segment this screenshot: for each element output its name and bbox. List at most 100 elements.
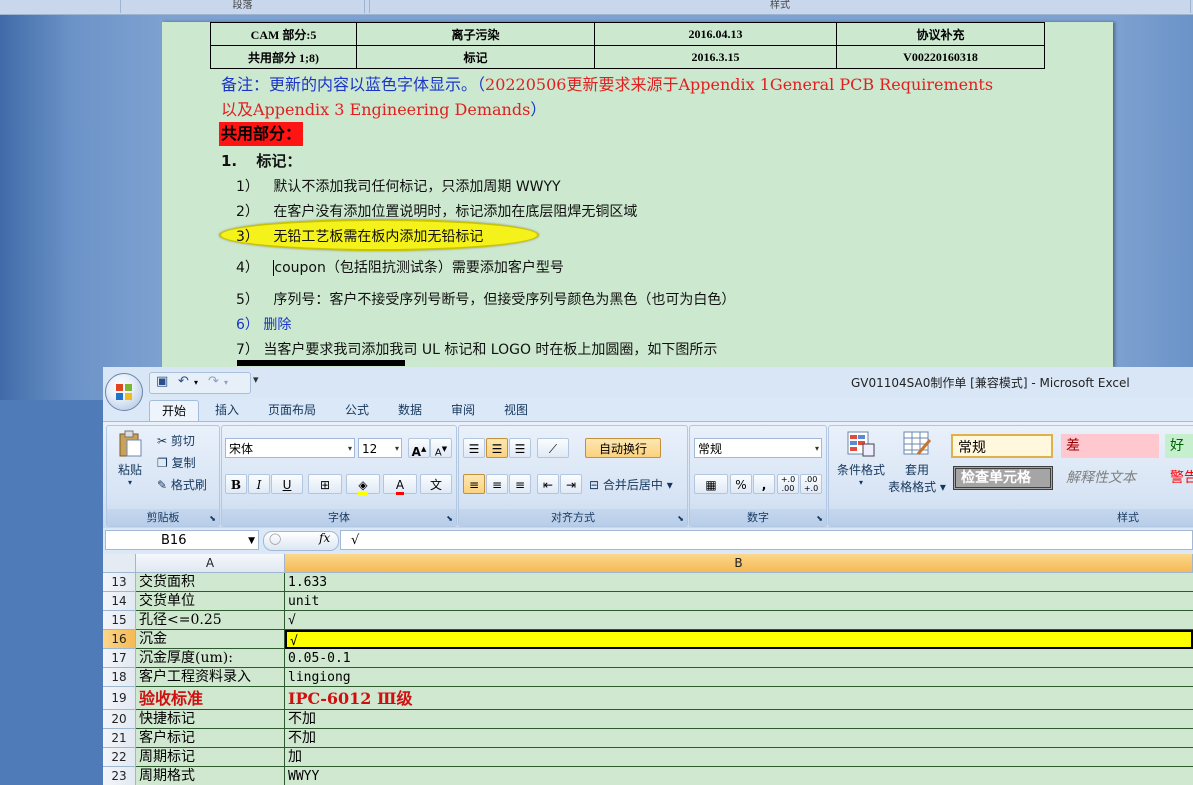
office-button[interactable]: [105, 373, 143, 411]
row-header[interactable]: 22: [103, 748, 136, 767]
cell-a[interactable]: 周期标记: [136, 748, 285, 767]
align-middle-button[interactable]: ☰: [486, 438, 508, 458]
cut-button[interactable]: ✂ 剪切: [157, 432, 195, 449]
table-cell[interactable]: 协议补充: [836, 22, 1045, 46]
redo-icon[interactable]: ↷: [208, 374, 219, 389]
cell-b[interactable]: 加: [285, 748, 1193, 767]
cell-b[interactable]: √: [285, 611, 1193, 630]
fill-color-button[interactable]: ◈: [346, 474, 380, 495]
italic-button[interactable]: I: [248, 474, 270, 494]
cell-b[interactable]: 0.05-0.1: [285, 649, 1193, 668]
cell-b[interactable]: WWYY: [285, 767, 1193, 785]
update-note[interactable]: 备注：更新的内容以蓝色字体显示。（20220506更新要求来源于Appendix…: [221, 72, 1091, 122]
tab-view[interactable]: 视图: [496, 400, 536, 421]
phonetic-button[interactable]: 文: [420, 474, 452, 494]
table-cell[interactable]: 2016.3.15: [594, 45, 837, 69]
style-normal[interactable]: 常规: [951, 434, 1053, 458]
currency-button[interactable]: ▦: [694, 474, 728, 494]
row-header[interactable]: 19: [103, 687, 136, 710]
tab-review[interactable]: 审阅: [443, 400, 483, 421]
cell-a[interactable]: 验收标准: [136, 687, 285, 710]
cell-b[interactable]: 1.633: [285, 573, 1193, 592]
cell-b[interactable]: IPC-6012 Ⅲ级: [285, 687, 1193, 710]
select-all-button[interactable]: [103, 554, 136, 573]
list-item[interactable]: 2） 在客户没有添加位置说明时，标记添加在底层阻焊无铜区域: [236, 201, 637, 221]
dialog-launcher-icon[interactable]: ⬊: [816, 514, 823, 523]
increase-decimal-button[interactable]: +.0 .00: [777, 474, 799, 494]
align-center-button[interactable]: ≡: [486, 474, 508, 494]
list-item[interactable]: 6） 删除: [236, 314, 291, 334]
table-cell[interactable]: 共用部分 1;8): [210, 45, 357, 69]
format-painter-button[interactable]: ✎ 格式刷: [157, 476, 207, 493]
tab-insert[interactable]: 插入: [209, 400, 245, 421]
cell-b[interactable]: lingiong: [285, 668, 1193, 687]
cell-a[interactable]: 沉金: [136, 630, 285, 649]
font-name-select[interactable]: 宋体 ▾: [225, 438, 355, 458]
row-header[interactable]: 21: [103, 729, 136, 748]
table-cell[interactable]: V00220160318: [836, 45, 1045, 69]
wrap-text-button[interactable]: 自动换行: [585, 438, 661, 458]
save-icon[interactable]: ▣: [156, 374, 168, 389]
list-item[interactable]: 1） 默认不添加我司任何标记，只添加周期 WWYY: [236, 176, 561, 196]
cell-b[interactable]: unit: [285, 592, 1193, 611]
cell-a[interactable]: 交货单位: [136, 592, 285, 611]
cell-a[interactable]: 周期格式: [136, 767, 285, 785]
tab-data[interactable]: 数据: [390, 400, 430, 421]
row-header[interactable]: 18: [103, 668, 136, 687]
orientation-button[interactable]: ⟋: [537, 438, 569, 458]
list-item[interactable]: 5） 序列号：客户不接受序列号断号，但接受序列号颜色为黑色（也可为白色）: [236, 289, 735, 309]
row-header[interactable]: 20: [103, 710, 136, 729]
align-top-button[interactable]: ☰: [463, 438, 485, 458]
cell-a[interactable]: 快捷标记: [136, 710, 285, 729]
cell-a[interactable]: 交货面积: [136, 573, 285, 592]
style-bad[interactable]: 差: [1061, 434, 1159, 458]
row-header[interactable]: 14: [103, 592, 136, 611]
percent-button[interactable]: %: [730, 474, 752, 494]
active-cell[interactable]: √: [285, 630, 1193, 649]
format-as-table-button[interactable]: 套用 表格格式 ▾: [887, 430, 947, 495]
cell-a[interactable]: 客户工程资料录入: [136, 668, 285, 687]
formula-bar-toggle-icon[interactable]: ◯: [269, 532, 281, 545]
dialog-launcher-icon[interactable]: ⬊: [677, 514, 684, 523]
number-format-select[interactable]: 常规 ▾: [694, 438, 822, 458]
cell-a[interactable]: 客户标记: [136, 729, 285, 748]
undo-icon[interactable]: ↶: [178, 374, 189, 389]
style-explanatory[interactable]: 解释性文本: [1061, 466, 1159, 490]
bold-button[interactable]: B: [225, 474, 247, 494]
style-check-cell[interactable]: 检查单元格: [953, 466, 1053, 490]
paste-button[interactable]: 粘贴 ▾: [115, 430, 145, 487]
worksheet-grid[interactable]: A B 13 交货面积 1.633 14 交货单位 unit 15 孔径<=0.…: [103, 554, 1193, 785]
dialog-launcher-icon[interactable]: ⬊: [209, 514, 216, 523]
tab-formulas[interactable]: 公式: [337, 400, 377, 421]
tab-home[interactable]: 开始: [149, 400, 199, 422]
merge-center-button[interactable]: ⊟ 合并后居中 ▾: [589, 476, 673, 493]
align-bottom-button[interactable]: ☰: [509, 438, 531, 458]
column-header-b[interactable]: B: [285, 554, 1193, 573]
row-header[interactable]: 17: [103, 649, 136, 668]
customize-qat-icon[interactable]: ▾: [253, 373, 259, 386]
increase-indent-button[interactable]: ⇥: [560, 474, 582, 494]
table-cell[interactable]: 2016.04.13: [594, 22, 837, 46]
font-size-select[interactable]: 12 ▾: [358, 438, 402, 458]
font-color-button[interactable]: A: [383, 474, 417, 495]
row-header[interactable]: 13: [103, 573, 136, 592]
row-header[interactable]: 15: [103, 611, 136, 630]
table-cell[interactable]: CAM 部分:5: [210, 22, 357, 46]
list-item[interactable]: 3） 无铅工艺板需在板内添加无铅标记: [236, 226, 483, 246]
grow-font-button[interactable]: A▲: [408, 438, 430, 459]
row-header[interactable]: 16: [103, 630, 136, 649]
decrease-decimal-button[interactable]: .00 +.0: [800, 474, 822, 494]
cell-a[interactable]: 孔径<=0.25: [136, 611, 285, 630]
align-right-button[interactable]: ≡: [509, 474, 531, 494]
undo-dropdown-icon[interactable]: ▾: [194, 378, 198, 387]
list-item[interactable]: 7） 当客户要求我司添加我司 UL 标记和 LOGO 时在板上加圆圈，如下图所示: [236, 339, 717, 359]
copy-button[interactable]: ❐ 复制: [157, 454, 196, 471]
item-heading[interactable]: 1. 标记：: [221, 150, 301, 171]
conditional-format-button[interactable]: 条件格式 ▾: [833, 430, 889, 487]
list-item[interactable]: 4） coupon（包括阻抗测试条）需要添加客户型号: [236, 257, 564, 277]
cell-b[interactable]: 不加: [285, 729, 1193, 748]
table-cell[interactable]: 标记: [356, 45, 595, 69]
align-left-button[interactable]: ≡: [463, 474, 485, 494]
borders-button[interactable]: ⊞: [308, 474, 342, 494]
decrease-indent-button[interactable]: ⇤: [537, 474, 559, 494]
